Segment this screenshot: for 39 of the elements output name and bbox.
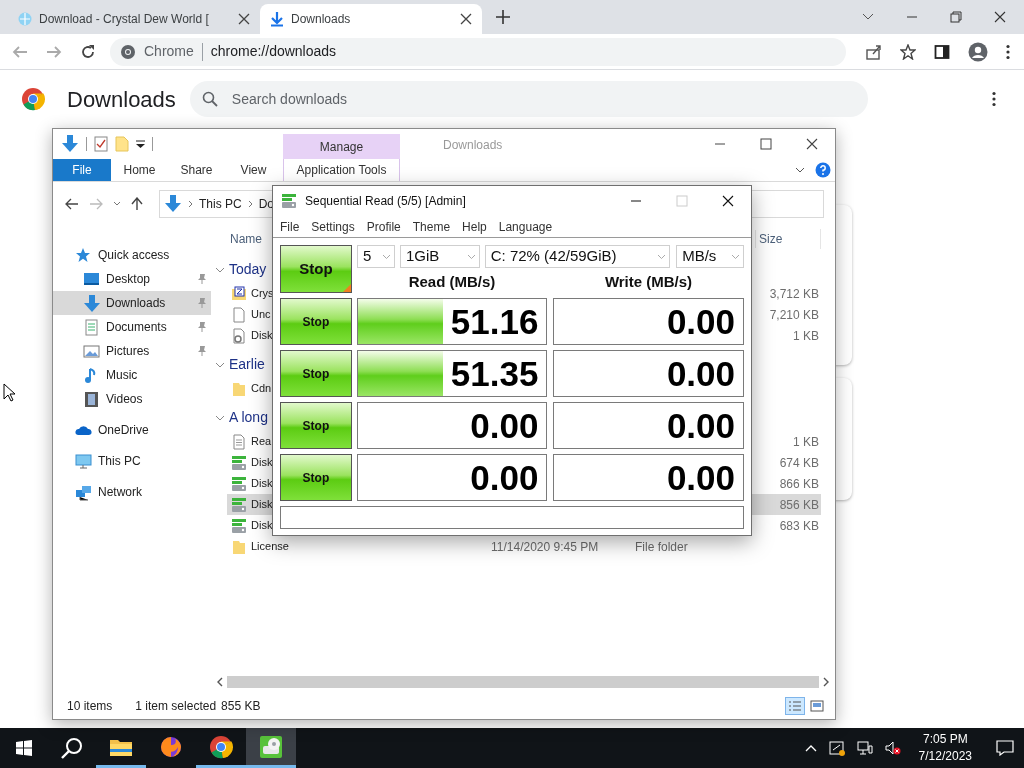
result-value: 0.00 [666, 460, 735, 495]
file-size: 3,712 KB [769, 286, 819, 301]
file-name: License [251, 539, 289, 555]
clock-time: 7:05 PM [922, 731, 968, 748]
file-name: Unc [251, 307, 271, 323]
result-value: 0.00 [666, 304, 735, 339]
file-name: Crys [251, 286, 274, 302]
result-value: 0.00 [666, 356, 735, 391]
file-size: 856 KB [779, 497, 819, 512]
file-type: File folder [635, 539, 688, 554]
file-name: Disk [251, 328, 273, 344]
file-size: 683 KB [779, 518, 819, 533]
file-date: 11/14/2020 9:45 PM [491, 539, 599, 554]
status-text: 10 items [67, 698, 113, 715]
result-value: 51.16 [450, 304, 539, 339]
file-name: Rea [251, 434, 272, 450]
file-name: Cdn [251, 381, 272, 397]
status-text: 855 KB [221, 698, 261, 715]
window-title: Sequential Read (5/5) [Admin] [305, 193, 466, 210]
file-name: Disk [251, 476, 273, 492]
clock-date: 7/12/2023 [918, 748, 972, 765]
result-value: 0.00 [470, 460, 539, 495]
status-text: 1 item selected [135, 698, 217, 715]
context-tab-header: Manage [283, 134, 400, 159]
file-name: Disk [251, 497, 273, 513]
page-title: Downloads [67, 85, 176, 114]
file-name: Disk [251, 518, 273, 534]
result-value: 0.00 [470, 408, 539, 443]
file-name: Disk [251, 455, 273, 471]
result-value: 0.00 [666, 408, 735, 443]
file-size: 7,210 KB [769, 307, 819, 322]
column-header: Read (MB/s) [407, 271, 497, 292]
file-size: 1 KB [793, 434, 819, 449]
column-header: Write (MB/s) [603, 271, 694, 292]
window-title: Downloads [443, 137, 503, 154]
file-size: 866 KB [779, 476, 819, 491]
file-size: 1 KB [793, 328, 819, 343]
result-value: 51.35 [450, 356, 539, 391]
file-size: 674 KB [779, 455, 819, 470]
